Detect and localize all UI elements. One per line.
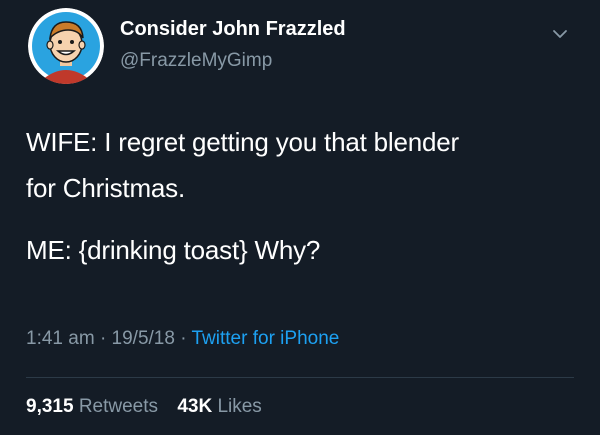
retweets-label: Retweets [78, 396, 159, 417]
likes-count: 43K [177, 396, 213, 417]
tweet-text-line: for Christmas. [26, 173, 186, 203]
chevron-down-icon[interactable] [550, 24, 570, 44]
tweet-stats: 9,315 Retweets 43K Likes [26, 396, 276, 418]
avatar[interactable] [28, 8, 104, 84]
retweets-count: 9,315 [26, 396, 74, 417]
tweet-source-link[interactable]: Twitter for iPhone [192, 328, 340, 349]
cartoon-face-avatar-icon [28, 8, 104, 84]
tweet-card: Consider John Frazzled @FrazzleMyGimp WI… [0, 0, 600, 435]
tweet-date[interactable]: 19/5/18 [112, 328, 175, 349]
author-handle[interactable]: @FrazzleMyGimp [120, 50, 272, 72]
tweet-text-line: ME: {drinking toast} Why? [26, 235, 321, 265]
author-display-name[interactable]: Consider John Frazzled [120, 18, 346, 41]
divider [26, 377, 574, 378]
tweet-text-line: WIFE: I regret getting you that blender [26, 127, 459, 157]
likes-label: Likes [217, 396, 262, 417]
meta-separator: · [180, 328, 187, 349]
meta-separator: · [99, 328, 107, 349]
tweet-time[interactable]: 1:41 am [26, 328, 95, 349]
tweet-metadata: 1:41 am · 19/5/18 · Twitter for iPhone [26, 328, 339, 350]
likes-stat[interactable]: 43K Likes [177, 396, 262, 417]
retweets-stat[interactable]: 9,315 Retweets [26, 396, 163, 417]
